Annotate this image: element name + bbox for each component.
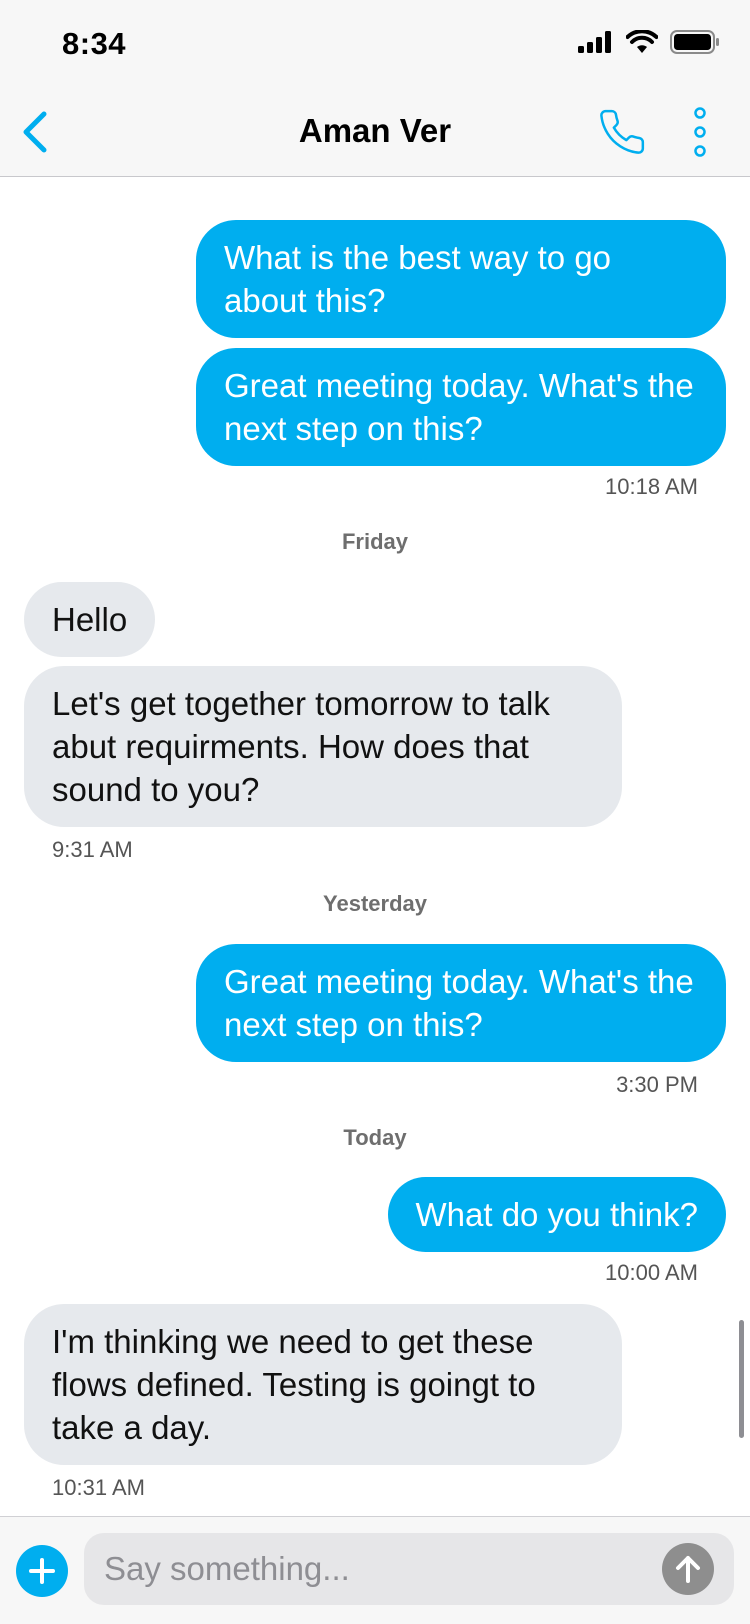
incoming-message[interactable]: I'm thinking we need to get these flows …	[24, 1304, 622, 1465]
plus-icon	[29, 1558, 55, 1584]
outgoing-message[interactable]: What is the best way to go about this?	[196, 220, 726, 338]
incoming-message[interactable]: Hello	[24, 582, 156, 657]
message-timestamp: 10:31 AM	[52, 1475, 145, 1500]
message-thread[interactable]: What is the best way to go about this? G…	[0, 178, 750, 1516]
scrollbar[interactable]	[739, 1320, 744, 1438]
wifi-icon	[626, 30, 658, 53]
outgoing-message[interactable]: Great meeting today. What's the next ste…	[196, 944, 726, 1062]
call-button[interactable]	[592, 102, 652, 162]
message-input-container	[84, 1533, 734, 1605]
nav-bar: Aman Ver	[0, 92, 750, 177]
more-options-button[interactable]	[680, 102, 720, 162]
arrow-up-icon	[676, 1556, 700, 1583]
outgoing-message[interactable]: What do you think?	[387, 1177, 726, 1252]
status-icons	[578, 30, 720, 54]
message-timestamp: 3:30 PM	[616, 1072, 698, 1097]
status-bar: 8:34	[0, 0, 750, 92]
add-attachment-button[interactable]	[16, 1545, 68, 1597]
day-separator: Yesterday	[323, 891, 427, 916]
message-timestamp: 10:00 AM	[605, 1260, 698, 1285]
more-vertical-icon	[694, 107, 706, 157]
message-input[interactable]	[104, 1533, 644, 1605]
status-time: 8:34	[62, 26, 127, 61]
message-timestamp: 10:18 AM	[605, 474, 698, 499]
incoming-message[interactable]: Let's get together tomorrow to talk abut…	[24, 666, 622, 827]
message-timestamp: 9:31 AM	[52, 837, 133, 862]
message-composer	[0, 1516, 750, 1624]
send-button[interactable]	[662, 1543, 714, 1595]
day-separator: Friday	[341, 529, 409, 554]
outgoing-message[interactable]: Great meeting today. What's the next ste…	[196, 348, 726, 466]
day-separator: Today	[343, 1125, 407, 1150]
battery-icon	[670, 30, 719, 54]
signal-icon	[578, 31, 611, 53]
phone-icon	[600, 109, 645, 154]
